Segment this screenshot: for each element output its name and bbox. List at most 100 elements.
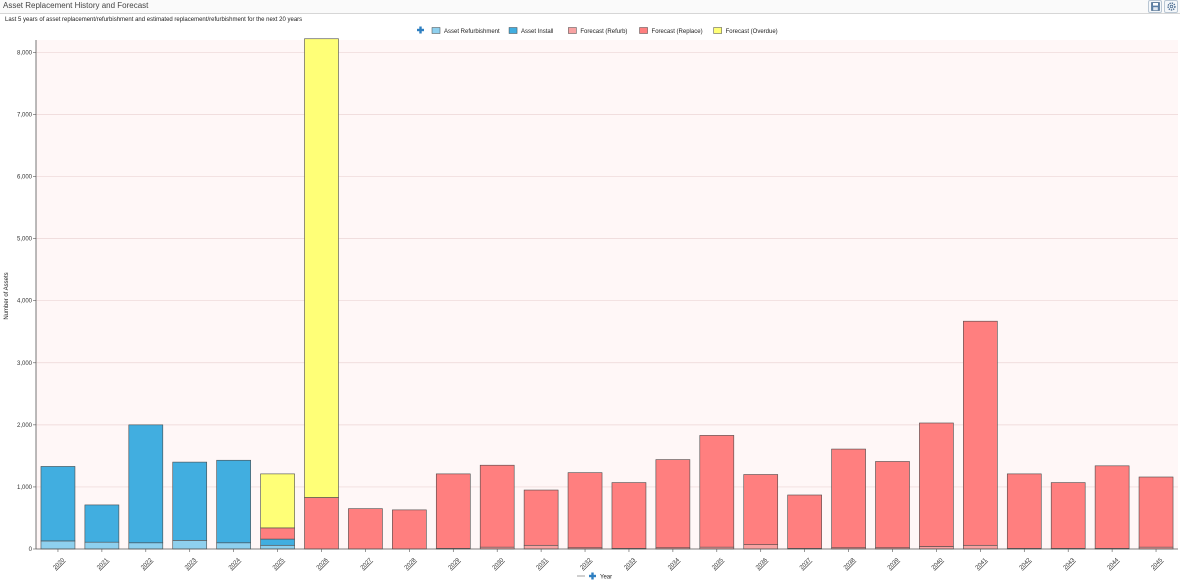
y-tick-label: 6,000 <box>17 175 33 181</box>
x-tick-label: 2023 <box>184 557 198 571</box>
x-tick-label: 2027 <box>360 557 374 571</box>
x-axis-label: Year <box>600 575 612 581</box>
x-tick-label: 2042 <box>1019 557 1033 571</box>
bar <box>787 494 822 549</box>
x-tick-label: 2026 <box>316 557 330 571</box>
x-tick-label: 2029 <box>448 557 462 571</box>
bar <box>172 540 208 550</box>
bar <box>216 459 251 544</box>
x-tick-label: 2020 <box>52 557 66 571</box>
x-tick-label: 2031 <box>536 557 550 571</box>
y-tick-label: 2,000 <box>17 423 33 429</box>
x-axis-ticks: 2020 2021 2022 2023 2024 2025 2026 2027 2028 2029… <box>52 549 1165 571</box>
legend-label: Forecast (Refurb) <box>580 29 627 35</box>
legend-swatch <box>713 27 722 34</box>
bar <box>40 466 76 542</box>
bar <box>260 527 295 540</box>
bar <box>831 448 866 549</box>
bar <box>699 435 735 548</box>
bar <box>743 544 779 550</box>
legend-item[interactable]: Forecast (Replace) <box>639 27 703 36</box>
bar <box>128 542 164 550</box>
bar <box>743 474 779 545</box>
bar <box>435 473 471 549</box>
y-tick-label: 8,000 <box>17 50 33 56</box>
x-tick-label: 2033 <box>623 557 637 571</box>
legend-swatch <box>639 27 648 34</box>
y-tick-label: 5,000 <box>17 237 33 243</box>
bar <box>304 497 339 550</box>
bar <box>84 541 120 550</box>
x-tick-label: 2038 <box>843 557 857 571</box>
bar <box>172 461 208 541</box>
legend: Asset Refurbishment Asset Install Forecast… <box>417 26 778 36</box>
legend-label: Forecast (Replace) <box>652 29 703 35</box>
expand-plus-icon[interactable] <box>417 26 424 34</box>
x-tick-label: 2028 <box>404 557 418 571</box>
bar <box>479 464 515 548</box>
bar <box>919 422 954 547</box>
y-tick-label: 7,000 <box>17 112 33 118</box>
bar <box>216 542 251 550</box>
legend-item[interactable]: Asset Refurbishment <box>431 27 500 36</box>
bar <box>655 459 691 549</box>
legend-swatch <box>568 27 577 34</box>
x-tick-label: 2037 <box>799 557 813 571</box>
bar <box>392 509 427 550</box>
legend-label: Forecast (Overdue) <box>726 29 778 35</box>
x-tick-label: 2045 <box>1150 557 1164 571</box>
x-tick-label: 2024 <box>228 557 242 571</box>
bar <box>875 461 910 549</box>
bar <box>523 489 559 546</box>
legend-item[interactable]: Asset Install <box>508 27 553 36</box>
plus-bar <box>419 26 422 34</box>
x-tick-label: 2021 <box>96 557 110 571</box>
bar <box>260 473 295 529</box>
legend-swatch <box>431 27 441 34</box>
bar <box>1050 482 1086 549</box>
bar <box>260 538 295 546</box>
bar <box>963 544 998 550</box>
y-axis-ticks: 0 1,000 2,000 3,000 4,000 5,000 6,000 7,000 8,00… <box>17 50 36 553</box>
x-tick-label: 2040 <box>931 557 945 571</box>
y-tick-label: 1,000 <box>17 485 33 491</box>
bar <box>84 504 120 543</box>
legend-item[interactable]: Forecast (Overdue) <box>713 27 778 36</box>
legend-label: Asset Refurbishment <box>444 29 500 35</box>
x-axis-plus-icon[interactable] <box>589 572 596 580</box>
bar <box>260 544 295 550</box>
bar <box>611 482 647 549</box>
x-axis-title: Year <box>577 572 612 581</box>
x-tick-label: 2025 <box>272 557 286 571</box>
bar <box>348 508 383 550</box>
x-tick-label: 2034 <box>667 557 681 571</box>
y-tick-label: 0 <box>29 547 33 553</box>
x-tick-label: 2030 <box>492 557 506 571</box>
x-tick-label: 2041 <box>975 557 989 571</box>
bar <box>963 320 998 546</box>
legend-label: Asset Install <box>521 29 553 35</box>
bar <box>40 540 76 550</box>
bar <box>128 424 164 544</box>
legend-item[interactable]: Forecast (Refurb) <box>568 27 627 36</box>
bar <box>304 38 339 498</box>
x-tick-label: 2043 <box>1063 557 1077 571</box>
bar-chart: 0 1,000 2,000 3,000 4,000 5,000 6,000 7,000 8,00… <box>4 26 1178 581</box>
y-axis-label: Number of Assets <box>4 272 10 319</box>
bar <box>523 544 559 550</box>
y-tick-label: 3,000 <box>17 361 33 367</box>
x-tick-label: 2022 <box>140 557 154 571</box>
x-tick-label: 2039 <box>887 557 901 571</box>
bar <box>1094 465 1130 549</box>
x-tick-label: 2035 <box>711 557 725 571</box>
bar <box>1006 473 1042 549</box>
y-tick-label: 4,000 <box>17 299 33 305</box>
bar <box>567 472 603 549</box>
legend-swatch <box>508 27 518 34</box>
plot-area <box>36 40 1178 549</box>
plus-bar <box>591 572 594 580</box>
bar <box>1138 476 1174 548</box>
x-tick-label: 2036 <box>755 557 769 571</box>
x-tick-label: 2032 <box>579 557 593 571</box>
x-tick-label: 2044 <box>1107 557 1121 571</box>
